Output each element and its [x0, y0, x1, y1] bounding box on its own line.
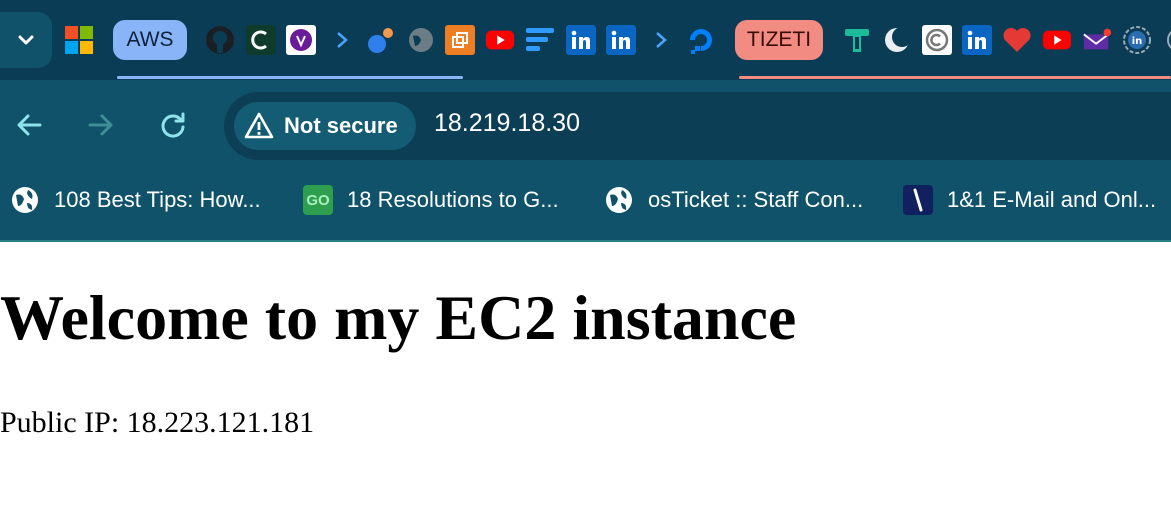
tab-group-tizeti-underline	[739, 76, 1171, 79]
page-content: Welcome to my EC2 instance Public IP: 18…	[0, 242, 1171, 525]
chevron-icon[interactable]	[327, 25, 357, 55]
t-logo-icon[interactable]	[842, 25, 872, 55]
microsoft-icon[interactable]	[64, 25, 94, 55]
forward-button[interactable]	[84, 108, 118, 142]
youtube-icon[interactable]	[485, 25, 515, 55]
blue-app-icon[interactable]	[366, 25, 396, 55]
copyright-icon[interactable]	[922, 25, 952, 55]
security-indicator[interactable]: Not secure	[234, 102, 416, 150]
svg-text:in: in	[1132, 36, 1143, 47]
heart-icon[interactable]	[1002, 25, 1032, 55]
security-label: Not secure	[284, 113, 398, 138]
bookmark-label: 18 Resolutions to G...	[347, 187, 559, 212]
c-app-icon[interactable]	[246, 25, 276, 55]
bookmark-item[interactable]: GO 18 Resolutions to G...	[303, 184, 559, 216]
linkedin-outline-icon[interactable]: in	[1122, 25, 1152, 55]
warning-icon	[244, 112, 274, 139]
globe-icon[interactable]	[406, 25, 436, 55]
linkedin-icon[interactable]	[566, 25, 596, 55]
crescent-icon[interactable]	[882, 25, 912, 55]
arrow-left-icon	[17, 114, 42, 136]
orange-app-icon[interactable]	[445, 25, 475, 55]
mail-icon[interactable]	[1082, 25, 1112, 55]
blue-lines-icon[interactable]	[525, 25, 555, 55]
bookmark-label: 108 Best Tips: How...	[54, 187, 261, 212]
bookmark-label: 1&1 E-Mail and Onl...	[947, 187, 1157, 212]
reload-icon	[161, 112, 185, 138]
tab-search-button[interactable]	[0, 12, 52, 68]
globe-icon	[10, 185, 40, 215]
reload-button[interactable]	[156, 108, 190, 142]
go-icon: GO	[303, 185, 333, 215]
tab-group-tizeti[interactable]: TIZETI	[735, 20, 823, 60]
back-button[interactable]	[12, 108, 46, 142]
tab-strip: AWS TIZETI in	[0, 0, 1171, 80]
bookmark-item[interactable]: 108 Best Tips: How...	[10, 184, 261, 216]
github-icon[interactable]	[205, 25, 235, 55]
chevron-icon[interactable]	[646, 25, 676, 55]
bookmark-item[interactable]: osTicket :: Staff Con...	[604, 184, 863, 216]
arrow-right-icon	[88, 114, 113, 136]
url-text[interactable]: 18.219.18.30	[434, 109, 580, 138]
public-ip-text: Public IP: 18.223.121.181	[0, 406, 315, 439]
page-heading: Welcome to my EC2 instance	[0, 282, 797, 353]
chevron-down-icon	[18, 35, 34, 45]
tab-group-aws-underline	[117, 76, 463, 79]
ionos-icon	[903, 185, 933, 215]
globe-icon	[604, 185, 634, 215]
bookmark-item[interactable]: 1&1 E-Mail and Onl...	[903, 184, 1156, 216]
linkedin-icon[interactable]	[606, 25, 636, 55]
youtube-icon[interactable]	[1042, 25, 1072, 55]
bookmark-label: osTicket :: Staff Con...	[648, 187, 864, 212]
linkedin-icon[interactable]	[962, 25, 992, 55]
digitalocean-icon[interactable]	[686, 25, 716, 55]
tab-group-aws[interactable]: AWS	[113, 20, 187, 60]
purple-circle-icon[interactable]	[286, 25, 316, 55]
circle-icon[interactable]	[1158, 25, 1171, 55]
